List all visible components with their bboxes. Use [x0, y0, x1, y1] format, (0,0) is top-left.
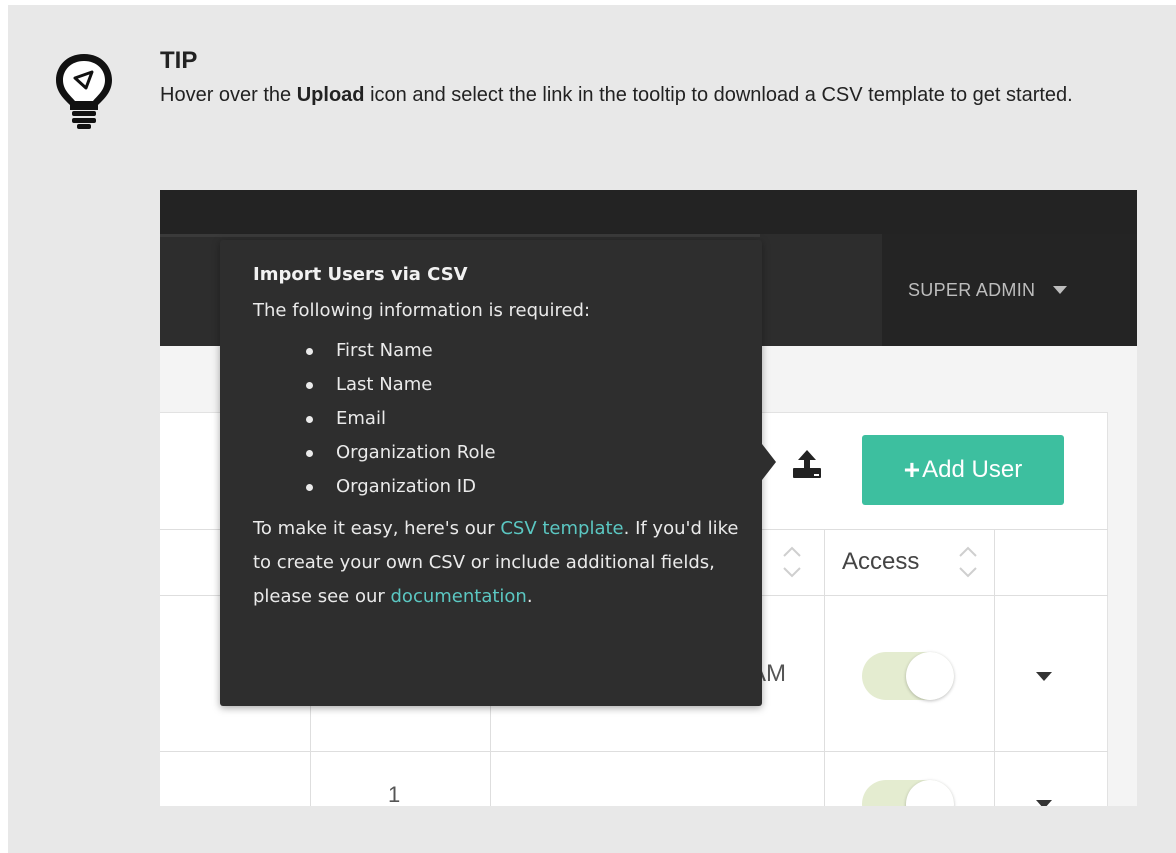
row-menu-caret-icon[interactable] [1036, 800, 1052, 806]
required-fields-list: First Name Last Name Email Organization … [306, 334, 496, 504]
tooltip-text: To make it easy, here's our [253, 518, 501, 539]
chevron-down-icon [1053, 286, 1068, 294]
list-item: First Name [306, 334, 496, 368]
plus-icon: + [903, 454, 921, 485]
divider [994, 529, 995, 806]
table-cell: 1 [388, 782, 401, 806]
user-menu-label: SUPER ADMIN [908, 279, 1036, 300]
tooltip-text: . [526, 586, 533, 607]
tooltip-arrow [762, 444, 776, 480]
access-toggle[interactable] [862, 652, 954, 700]
access-toggle[interactable] [862, 780, 954, 806]
tip-title: TIP [160, 47, 198, 74]
upload-icon[interactable] [790, 448, 824, 482]
csv-template-link[interactable]: CSV template [500, 518, 623, 539]
add-user-button[interactable]: + Add User [862, 435, 1064, 505]
app-screenshot: SUPER ADMIN + Add User Access AM 1 Impor… [160, 190, 1137, 806]
row-menu-caret-icon[interactable] [1036, 672, 1052, 681]
top-bar [160, 190, 1137, 234]
tooltip-subtitle: The following information is required: [253, 300, 591, 321]
sort-icon[interactable] [958, 542, 978, 582]
list-item: Organization ID [306, 470, 496, 504]
tip-text-bold: Upload [296, 84, 365, 106]
tooltip-title: Import Users via CSV [253, 264, 468, 285]
tip-text-before: Hover over the [160, 84, 297, 106]
add-user-label: Add User [922, 456, 1023, 483]
import-csv-tooltip: Import Users via CSV The following infor… [220, 240, 776, 706]
lightbulb-icon [56, 54, 112, 129]
divider [824, 529, 825, 806]
tip-text-after: icon and select the link in the tooltip … [364, 84, 1073, 106]
list-item: Organization Role [306, 436, 496, 470]
user-menu[interactable]: SUPER ADMIN [882, 234, 1137, 346]
nav-divider [160, 234, 760, 237]
list-item: Email [306, 402, 496, 436]
divider [160, 751, 1108, 752]
tip-callout: TIP Hover over the Upload icon and selec… [8, 5, 1176, 853]
sort-icon[interactable] [782, 542, 802, 582]
tip-text: Hover over the Upload icon and select th… [160, 80, 1120, 110]
toggle-knob [906, 652, 954, 700]
documentation-link[interactable]: documentation [391, 586, 527, 607]
access-column-header[interactable]: Access [842, 548, 919, 576]
tooltip-paragraph: To make it easy, here's our CSV template… [253, 512, 743, 614]
list-item: Last Name [306, 368, 496, 402]
